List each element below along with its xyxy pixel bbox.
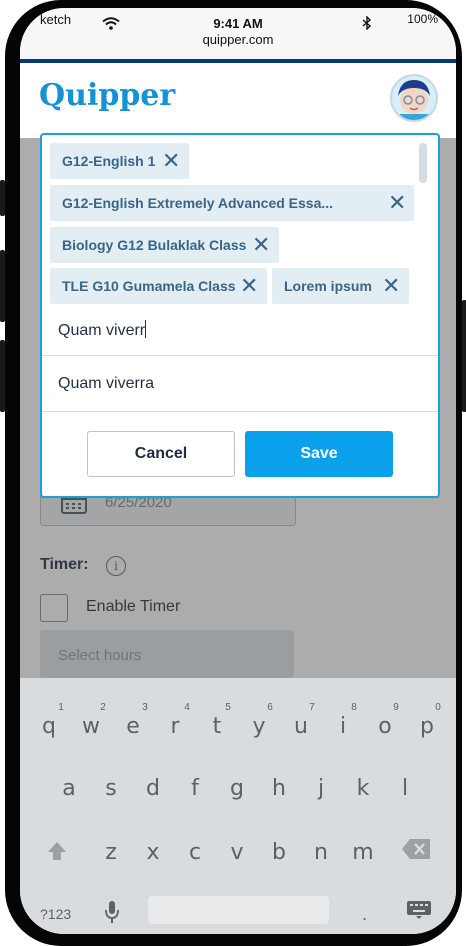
key-h[interactable]: h [261,776,297,801]
key-u[interactable]: u [283,714,319,739]
backspace-icon[interactable] [401,838,431,860]
chip-label: Biology G12 Bulaklak Class [62,237,247,253]
key-l[interactable]: l [387,776,423,801]
url-label[interactable]: quipper.com [20,32,456,47]
key-hint: 6 [267,702,273,713]
key-w[interactable]: w [73,714,109,739]
key-hint: 8 [351,702,357,713]
key-e[interactable]: e [115,714,151,739]
screen: ketch 9:41 AM quipper.com 100% Quipper 6… [20,8,456,934]
phone-frame: ketch 9:41 AM quipper.com 100% Quipper 6… [0,0,466,946]
bluetooth-icon [362,16,372,30]
key-p[interactable]: p [409,714,445,739]
chip-remove-icon[interactable]: ✕ [388,185,406,221]
key-i[interactable]: i [325,714,361,739]
class-search-value: Quam viverr [58,322,146,339]
key-c[interactable]: c [177,840,213,865]
class-select-modal: G12-English 1 ✕ G12-English Extremely Ad… [40,133,440,498]
key-a[interactable]: a [51,776,87,801]
mute-switch [0,180,5,216]
key-hint: 2 [100,702,106,713]
key-g[interactable]: g [219,776,255,801]
chip-g12-english-extremely-advanced: G12-English Extremely Advanced Essa... ✕ [50,185,414,221]
key-z[interactable]: z [93,840,129,865]
chip-lorem-ipsum: Lorem ipsum ✕ [272,268,409,304]
chip-label: TLE G10 Gumamela Class [62,278,236,294]
chip-remove-icon[interactable]: ✕ [252,227,270,263]
numbers-key[interactable]: ?123 [40,906,71,922]
chip-remove-icon[interactable]: ✕ [240,268,258,304]
keyboard-dismiss-icon[interactable] [406,900,432,920]
key-m[interactable]: m [345,840,381,865]
key-v[interactable]: v [219,840,255,865]
microphone-icon[interactable] [104,900,120,924]
quipper-logo[interactable]: Quipper [39,78,175,113]
key-hint: 4 [184,702,190,713]
user-avatar-icon[interactable] [390,74,438,122]
key-q[interactable]: q [31,714,67,739]
chip-g12-english-1: G12-English 1 ✕ [50,143,189,179]
key-hint: 0 [435,702,441,713]
space-bar[interactable] [148,896,329,924]
key-k[interactable]: k [345,776,381,801]
key-hint: 1 [58,702,64,713]
chip-label: Lorem ipsum [284,278,372,294]
chip-label: G12-English 1 [62,153,156,169]
chip-remove-icon[interactable]: ✕ [162,143,180,179]
volume-up-button [0,250,5,322]
chip-remove-icon[interactable]: ✕ [382,268,400,304]
suggestion-item[interactable]: Quam viverra [58,375,154,393]
key-b[interactable]: b [261,840,297,865]
key-n[interactable]: n [303,840,339,865]
key-x[interactable]: x [135,840,171,865]
key-hint: 5 [225,702,231,713]
key-hint: 9 [393,702,399,713]
period-key[interactable]: . [362,904,367,925]
key-r[interactable]: r [157,714,193,739]
cancel-button[interactable]: Cancel [87,431,235,477]
key-o[interactable]: o [367,714,403,739]
power-button [462,300,466,412]
save-button[interactable]: Save [245,431,393,477]
chip-tle-g10: TLE G10 Gumamela Class ✕ [50,268,267,304]
chip-list-scrollbar[interactable] [419,143,427,183]
key-hint: 3 [142,702,148,713]
key-f[interactable]: f [177,776,213,801]
key-s[interactable]: s [93,776,129,801]
divider [42,355,438,356]
battery-label: 100% [407,12,438,26]
class-search-input[interactable]: Quam viverr [58,320,147,340]
key-d[interactable]: d [135,776,171,801]
key-hint: 7 [309,702,315,713]
text-caret [145,320,147,338]
clock: 9:41 AM [213,16,263,31]
key-y[interactable]: y [241,714,277,739]
volume-down-button [0,340,5,412]
key-t[interactable]: t [199,714,235,739]
status-bar: ketch 9:41 AM quipper.com 100% [20,8,456,60]
divider [42,411,438,412]
shift-icon[interactable] [46,840,68,862]
chip-label: G12-English Extremely Advanced Essa... [62,195,334,211]
chip-biology-g12: Biology G12 Bulaklak Class ✕ [50,227,279,263]
key-j[interactable]: j [303,776,339,801]
